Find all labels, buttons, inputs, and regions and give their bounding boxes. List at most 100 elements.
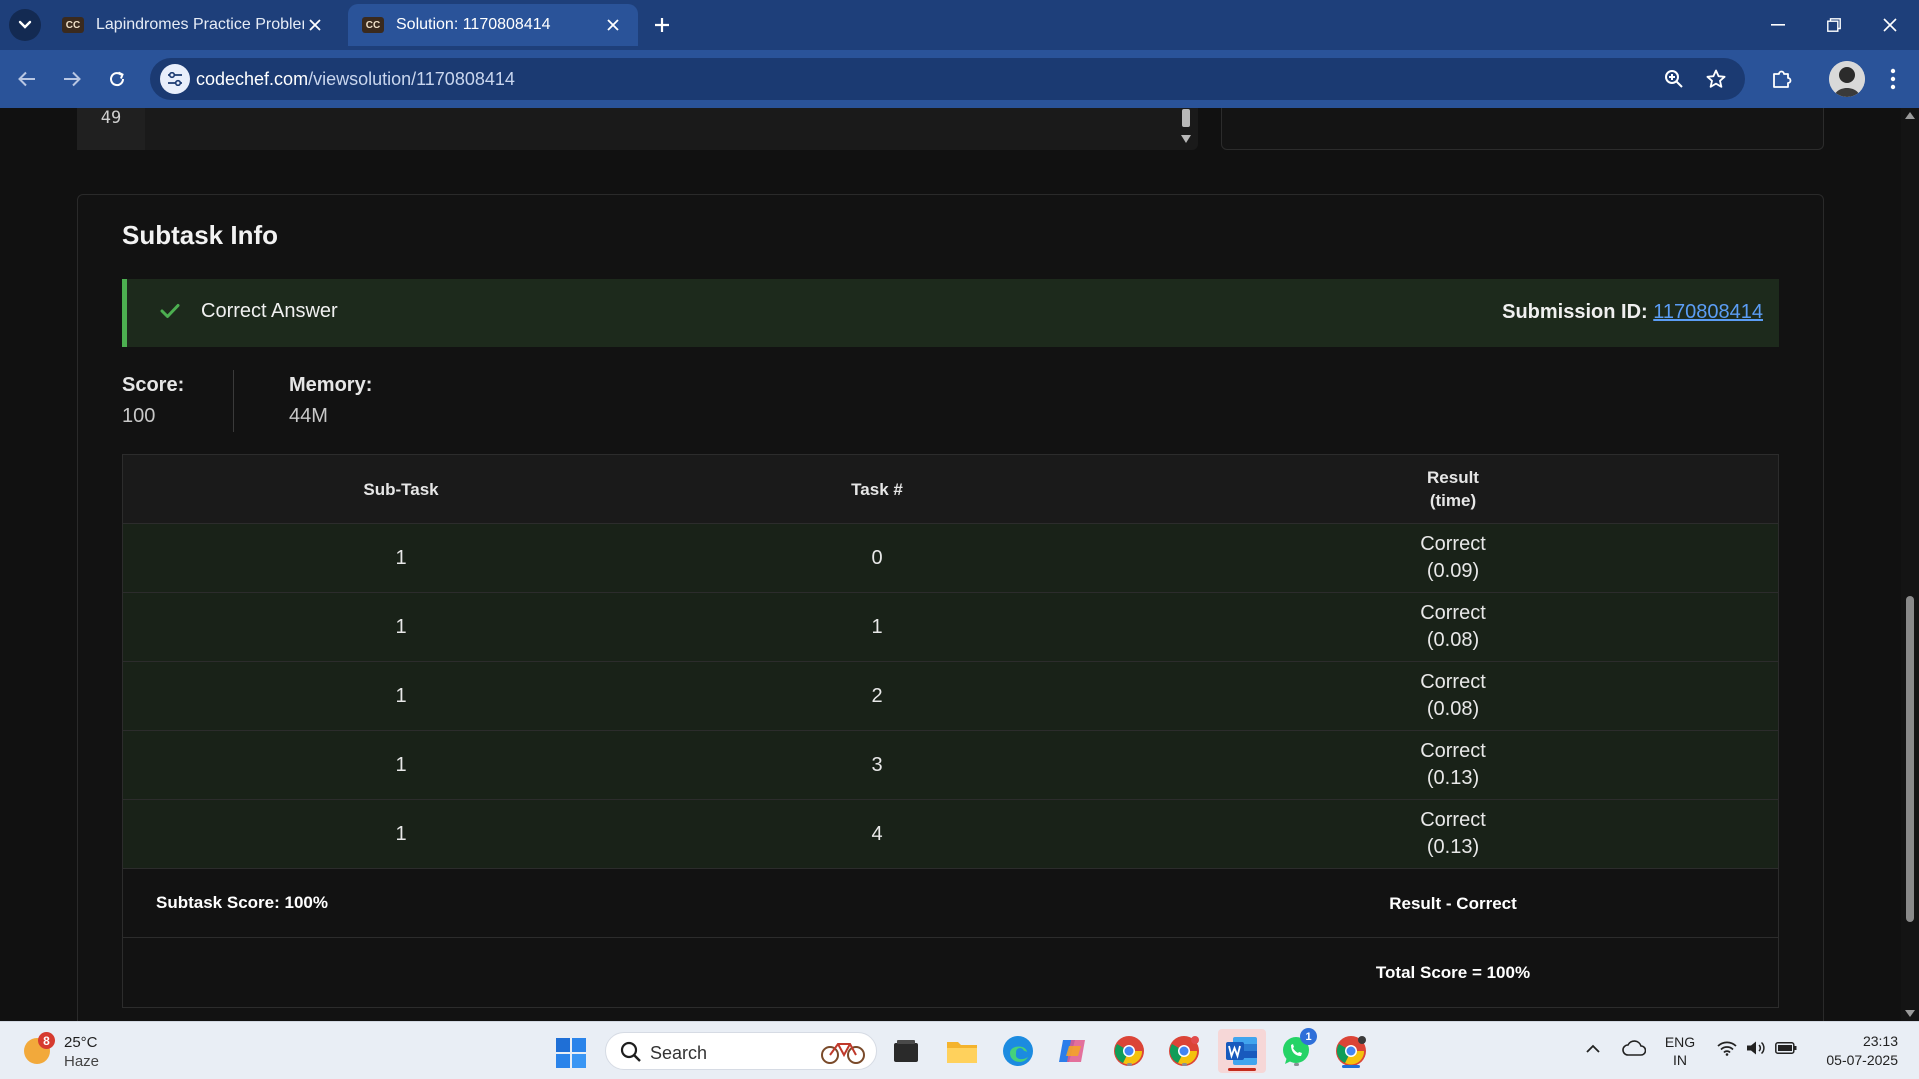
side-panel bbox=[1221, 108, 1824, 150]
time-text: (0.09) bbox=[1426, 560, 1480, 582]
volume-button[interactable] bbox=[1745, 1038, 1767, 1058]
tab-search-button[interactable] bbox=[9, 9, 41, 41]
profile-avatar[interactable] bbox=[1829, 61, 1865, 97]
memory-label: Memory: bbox=[289, 374, 373, 396]
result-cell: Correct (0.13) bbox=[1303, 800, 1603, 868]
site-info-button[interactable] bbox=[160, 64, 190, 94]
result-text: Correct bbox=[1420, 533, 1486, 555]
taskbar-copilot[interactable] bbox=[1054, 1032, 1092, 1070]
result-cell: Correct (0.08) bbox=[1303, 593, 1603, 661]
subtask-cell: 1 bbox=[395, 822, 407, 845]
table-footer-row: Subtask Score: 100% Result - Correct bbox=[123, 869, 1778, 938]
battery-icon bbox=[1775, 1042, 1797, 1054]
avatar-icon bbox=[1829, 61, 1865, 97]
language-indicator[interactable]: ENG IN bbox=[1662, 1033, 1698, 1069]
scroll-down-icon[interactable] bbox=[1901, 1007, 1919, 1021]
system-clock[interactable]: 23:13 05-07-2025 bbox=[1812, 1032, 1898, 1070]
show-hidden-icons-button[interactable] bbox=[1583, 1038, 1603, 1058]
subtask-table: Sub-Task Task # Result (time) 1 0 Correc… bbox=[122, 454, 1779, 1008]
taskbar-task-view[interactable] bbox=[887, 1032, 925, 1070]
language-code: ENG bbox=[1664, 1034, 1696, 1050]
forward-button[interactable] bbox=[56, 63, 88, 95]
table-row: 1 2 Correct (0.08) bbox=[123, 662, 1778, 731]
score-label: Score: bbox=[122, 374, 185, 396]
divider bbox=[233, 370, 234, 432]
task-cell: 4 bbox=[871, 822, 883, 845]
browser-tab-strip: CC Lapindromes Practice Problem i CC Sol… bbox=[0, 0, 1919, 50]
tab-solution[interactable]: CC Solution: 1170808414 bbox=[348, 4, 638, 46]
result-cell: Correct (0.08) bbox=[1303, 662, 1603, 730]
result-text: Correct bbox=[1420, 671, 1486, 693]
scroll-up-icon[interactable] bbox=[1901, 108, 1919, 122]
search-placeholder: Search bbox=[650, 1043, 708, 1063]
taskbar-edge[interactable] bbox=[999, 1032, 1037, 1070]
result-summary: Result - Correct bbox=[1389, 893, 1517, 913]
zoom-button[interactable] bbox=[1662, 67, 1686, 91]
result-text: Correct bbox=[1420, 602, 1486, 624]
address-bar[interactable]: codechef.com/viewsolution/1170808414 bbox=[150, 58, 1745, 100]
url-text[interactable]: codechef.com/viewsolution/1170808414 bbox=[196, 69, 515, 90]
bookmark-star-button[interactable] bbox=[1704, 67, 1728, 91]
search-icon bbox=[620, 1041, 641, 1062]
taskbar-chrome-profile-1[interactable] bbox=[1110, 1032, 1148, 1070]
task-cell: 2 bbox=[871, 684, 883, 707]
active-indicator bbox=[1342, 1065, 1360, 1068]
subtask-cell: 1 bbox=[395, 546, 407, 569]
scrollbar-thumb[interactable] bbox=[1906, 596, 1914, 922]
taskbar-whatsapp[interactable]: 1 bbox=[1277, 1028, 1317, 1070]
clock-date: 05-07-2025 bbox=[1826, 1052, 1898, 1068]
weather-badge: 8 bbox=[38, 1032, 55, 1049]
new-tab-button[interactable] bbox=[646, 9, 678, 41]
taskbar-word[interactable] bbox=[1218, 1029, 1266, 1073]
edge-icon bbox=[1003, 1036, 1033, 1066]
copilot-icon bbox=[1059, 1040, 1085, 1062]
onedrive-button[interactable] bbox=[1621, 1038, 1647, 1058]
task-view-icon bbox=[894, 1040, 918, 1062]
result-cell: Correct (0.09) bbox=[1303, 524, 1603, 592]
url-host: codechef.com bbox=[196, 69, 309, 89]
close-icon bbox=[607, 19, 619, 31]
back-button[interactable] bbox=[11, 63, 43, 95]
taskbar-search[interactable]: Search bbox=[605, 1032, 877, 1070]
bicycle-icon bbox=[821, 1043, 865, 1064]
submission-id-link[interactable]: 1170808414 bbox=[1653, 301, 1763, 323]
memory-value: 44M bbox=[289, 405, 328, 427]
subtask-cell: 1 bbox=[395, 684, 407, 707]
close-window-button[interactable] bbox=[1862, 0, 1918, 50]
wifi-button[interactable] bbox=[1716, 1038, 1738, 1058]
active-indicator bbox=[1228, 1068, 1256, 1071]
more-vertical-icon bbox=[1890, 68, 1896, 90]
clock-time: 23:13 bbox=[1862, 1033, 1898, 1049]
minimize-button[interactable] bbox=[1750, 0, 1806, 50]
check-icon bbox=[160, 304, 180, 318]
restore-button[interactable] bbox=[1806, 0, 1862, 50]
taskbar-chrome-profile-2[interactable] bbox=[1165, 1032, 1203, 1070]
start-button[interactable] bbox=[556, 1038, 586, 1068]
taskbar-chrome-active[interactable] bbox=[1332, 1032, 1370, 1070]
code-scrollbar[interactable] bbox=[1177, 108, 1195, 150]
weather-temperature: 25°C bbox=[64, 1034, 98, 1051]
battery-button[interactable] bbox=[1774, 1038, 1798, 1058]
extensions-button[interactable] bbox=[1766, 63, 1798, 95]
subtask-cell: 1 bbox=[395, 615, 407, 638]
notification-badge: 1 bbox=[1300, 1028, 1317, 1045]
reload-icon bbox=[110, 71, 125, 87]
time-text: (0.08) bbox=[1426, 629, 1480, 651]
reload-button[interactable] bbox=[101, 63, 133, 95]
task-cell: 3 bbox=[871, 753, 883, 776]
arrow-left-icon bbox=[18, 71, 35, 87]
folder-icon bbox=[947, 1042, 977, 1063]
close-tab-button[interactable] bbox=[304, 14, 326, 36]
taskbar-file-explorer[interactable] bbox=[943, 1032, 981, 1070]
taskbar: 8 25°C Haze Search 1 ENG IN 23:13 05-07-… bbox=[0, 1021, 1919, 1079]
chevron-down-icon bbox=[18, 20, 32, 29]
tab-lapindromes[interactable]: CC Lapindromes Practice Problem i bbox=[48, 4, 340, 46]
table-row: 1 3 Correct (0.13) bbox=[123, 731, 1778, 800]
table-row: 1 1 Correct (0.08) bbox=[123, 593, 1778, 662]
close-tab-button[interactable] bbox=[602, 14, 624, 36]
time-text: (0.13) bbox=[1426, 767, 1480, 789]
weather-widget[interactable]: 8 25°C Haze bbox=[22, 1030, 112, 1072]
page-scrollbar[interactable] bbox=[1901, 108, 1919, 1021]
verdict-text: Correct Answer bbox=[201, 300, 338, 322]
browser-menu-button[interactable] bbox=[1877, 63, 1909, 95]
